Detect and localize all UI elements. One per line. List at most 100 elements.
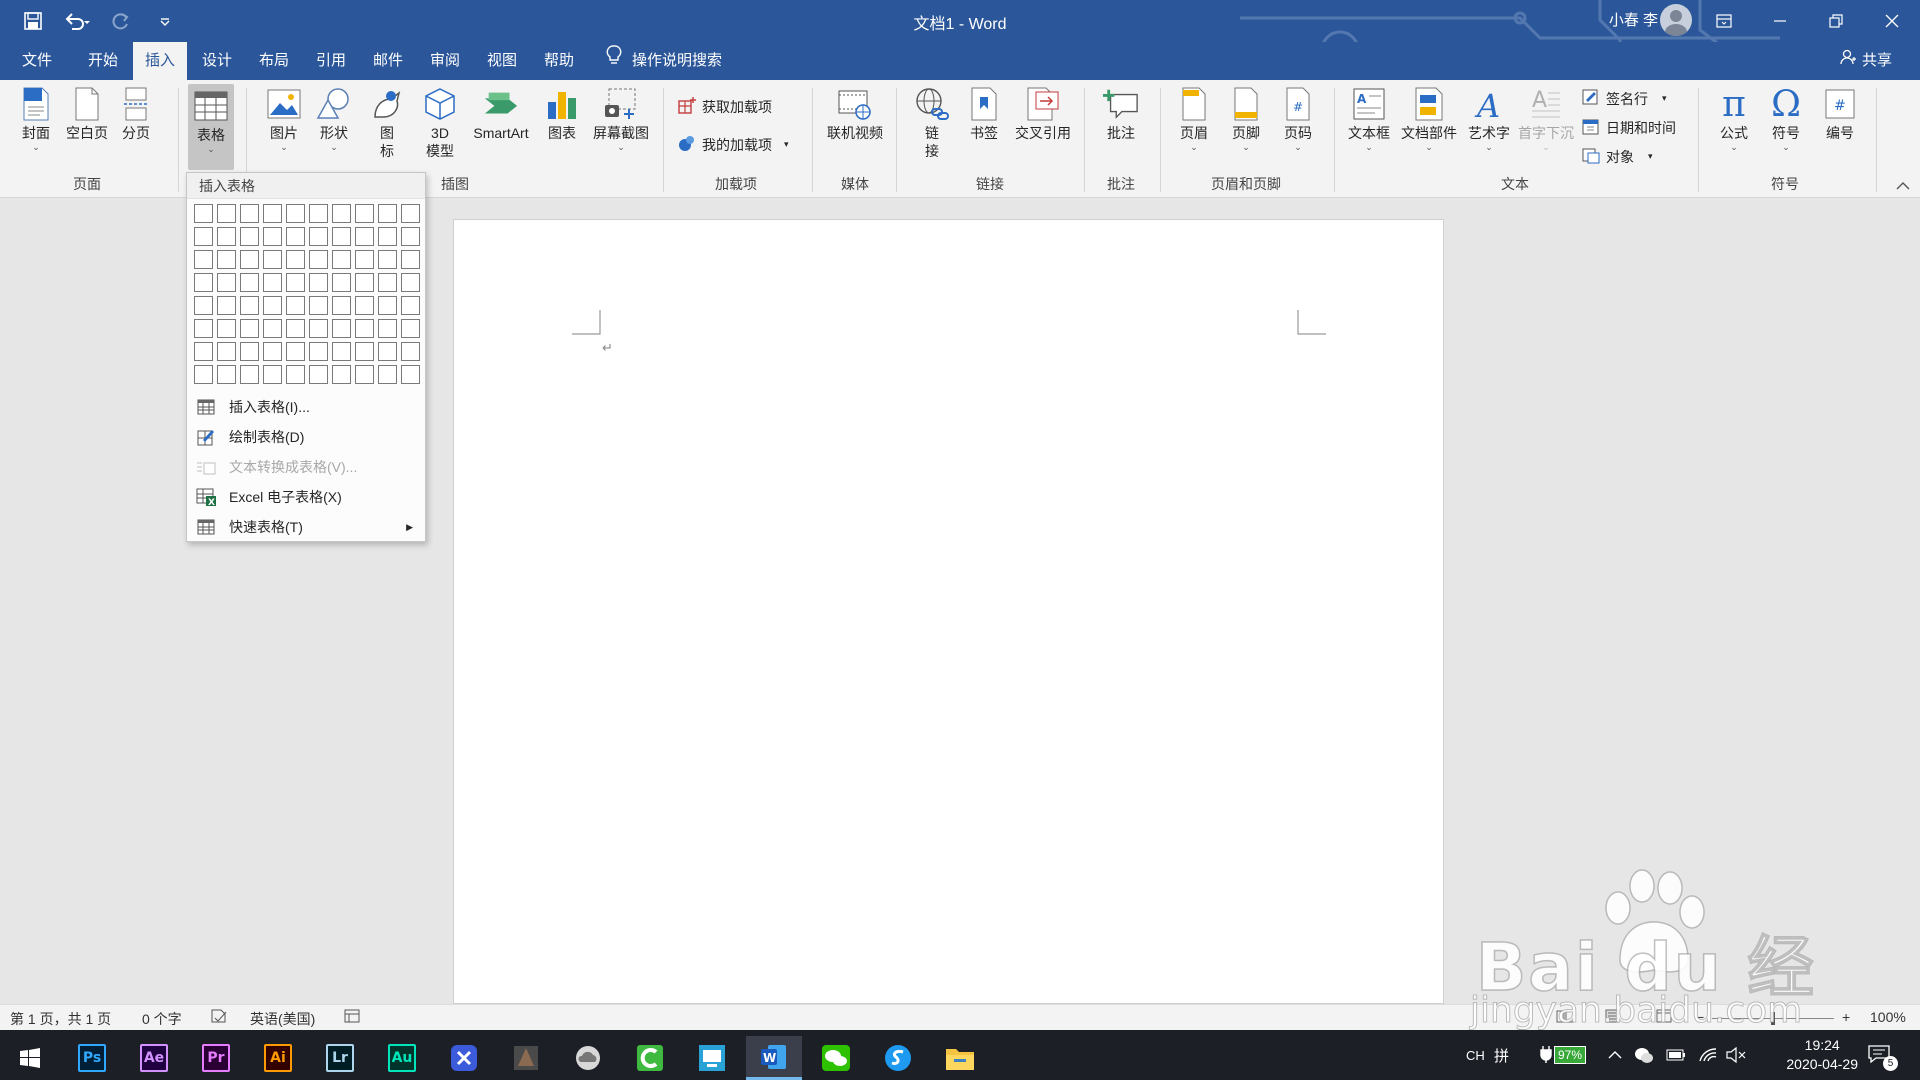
document-page[interactable]: ↵ — [453, 219, 1444, 1004]
grid-cell[interactable] — [332, 296, 351, 315]
cover-page-button[interactable]: 封面 ⌄ — [14, 86, 58, 152]
grid-cell[interactable] — [309, 273, 328, 292]
grid-cell[interactable] — [194, 296, 213, 315]
table-size-grid[interactable] — [194, 204, 420, 384]
word-count[interactable]: 0 个字 — [142, 1009, 182, 1029]
taskbar-lightroom[interactable]: Lr — [312, 1036, 368, 1080]
close-button[interactable] — [1864, 0, 1920, 42]
grid-cell[interactable] — [355, 319, 374, 338]
grid-cell[interactable] — [263, 296, 282, 315]
grid-cell[interactable] — [332, 227, 351, 246]
grid-cell[interactable] — [217, 296, 236, 315]
volume-muted-icon[interactable] — [1726, 1030, 1746, 1080]
grid-cell[interactable] — [286, 365, 305, 384]
grid-cell[interactable] — [378, 227, 397, 246]
link-button[interactable]: 链 接 — [910, 86, 954, 160]
grid-cell[interactable] — [309, 227, 328, 246]
grid-cell[interactable] — [194, 204, 213, 223]
grid-cell[interactable] — [332, 365, 351, 384]
shapes-button[interactable]: 形状 ⌄ — [312, 86, 356, 152]
ribbon-display-options-button[interactable] — [1696, 0, 1752, 42]
action-center[interactable]: 5 — [1868, 1030, 1898, 1080]
grid-cell[interactable] — [217, 250, 236, 269]
new-comment-button[interactable]: 批注 — [1096, 86, 1146, 142]
get-addins-button[interactable]: 获取加载项 — [678, 96, 772, 117]
object-button[interactable]: 对象 ▾ — [1582, 146, 1653, 167]
table-button[interactable]: 表格 ⌄ — [188, 84, 234, 170]
ime-mode[interactable]: 拼 — [1494, 1030, 1509, 1080]
grid-cell[interactable] — [355, 227, 374, 246]
text-box-button[interactable]: A 文本框 ⌄ — [1344, 86, 1394, 152]
grid-cell[interactable] — [263, 204, 282, 223]
grid-cell[interactable] — [378, 342, 397, 361]
taskbar-app-game[interactable] — [498, 1036, 554, 1080]
taskbar-clock[interactable]: 19:24 2020-04-29 — [1786, 1036, 1858, 1074]
print-layout-icon[interactable] — [1604, 1009, 1620, 1026]
cross-reference-button[interactable]: 交叉引用 — [1010, 86, 1076, 142]
battery-tray-icon[interactable] — [1666, 1030, 1686, 1080]
tab-layout[interactable]: 布局 — [247, 42, 301, 80]
grid-cell[interactable] — [286, 319, 305, 338]
grid-cell[interactable] — [309, 296, 328, 315]
grid-cell[interactable] — [217, 227, 236, 246]
grid-cell[interactable] — [401, 365, 420, 384]
grid-cell[interactable] — [240, 273, 259, 292]
grid-cell[interactable] — [309, 319, 328, 338]
number-button[interactable]: # 编号 — [1818, 86, 1862, 142]
grid-cell[interactable] — [194, 250, 213, 269]
tab-insert[interactable]: 插入 — [133, 42, 187, 80]
menu-quick-tables[interactable]: 快速表格(T) ▶ — [187, 512, 425, 542]
tab-review[interactable]: 审阅 — [418, 42, 472, 80]
taskbar-app-blue[interactable] — [436, 1036, 492, 1080]
grid-cell[interactable] — [401, 296, 420, 315]
proofing-icon[interactable] — [210, 1009, 228, 1026]
tab-references[interactable]: 引用 — [304, 42, 358, 80]
3d-models-button[interactable]: 3D 模型 — [417, 86, 463, 160]
grid-cell[interactable] — [401, 227, 420, 246]
grid-cell[interactable] — [286, 204, 305, 223]
grid-cell[interactable] — [401, 204, 420, 223]
grid-cell[interactable] — [355, 204, 374, 223]
grid-cell[interactable] — [309, 365, 328, 384]
taskbar-wechat[interactable] — [808, 1036, 864, 1080]
menu-draw-table[interactable]: 绘制表格(D) — [187, 422, 425, 452]
grid-cell[interactable] — [378, 250, 397, 269]
grid-cell[interactable] — [217, 204, 236, 223]
zoom-in-button[interactable]: + — [1842, 1009, 1850, 1025]
taskbar-premiere[interactable]: Pr — [188, 1036, 244, 1080]
share-button[interactable]: 共享 — [1840, 42, 1892, 80]
my-addins-button[interactable]: 我的加载项 ▾ — [678, 134, 789, 155]
grid-cell[interactable] — [263, 273, 282, 292]
grid-cell[interactable] — [263, 342, 282, 361]
chart-button[interactable]: 图表 — [542, 86, 582, 142]
grid-cell[interactable] — [355, 250, 374, 269]
grid-cell[interactable] — [355, 342, 374, 361]
grid-cell[interactable] — [286, 250, 305, 269]
wordart-button[interactable]: A 艺术字 ⌄ — [1464, 86, 1514, 152]
taskbar-photoshop[interactable]: Ps — [64, 1036, 120, 1080]
zoom-slider-track[interactable] — [1712, 1012, 1834, 1025]
grid-cell[interactable] — [217, 365, 236, 384]
grid-cell[interactable] — [332, 250, 351, 269]
grid-cell[interactable] — [240, 296, 259, 315]
grid-cell[interactable] — [332, 273, 351, 292]
start-button[interactable] — [2, 1036, 58, 1080]
tab-home[interactable]: 开始 — [76, 42, 130, 80]
ime-indicator[interactable]: CH — [1466, 1030, 1485, 1080]
zoom-slider-thumb[interactable] — [1771, 1012, 1775, 1025]
quick-parts-button[interactable]: 文档部件 ⌄ — [1398, 86, 1460, 152]
tab-mailings[interactable]: 邮件 — [361, 42, 415, 80]
grid-cell[interactable] — [378, 204, 397, 223]
grid-cell[interactable] — [263, 365, 282, 384]
language[interactable]: 英语(美国) — [250, 1009, 315, 1029]
menu-insert-table[interactable]: 插入表格(I)... — [187, 392, 425, 422]
show-hidden-icons[interactable] — [1608, 1030, 1622, 1080]
grid-cell[interactable] — [217, 342, 236, 361]
grid-cell[interactable] — [355, 365, 374, 384]
taskbar-after-effects[interactable]: Ae — [126, 1036, 182, 1080]
tab-design[interactable]: 设计 — [190, 42, 244, 80]
smartart-button[interactable]: SmartArt — [466, 86, 536, 142]
taskbar-audition[interactable]: Au — [374, 1036, 430, 1080]
grid-cell[interactable] — [286, 342, 305, 361]
page-break-button[interactable]: 分页 — [116, 86, 156, 142]
